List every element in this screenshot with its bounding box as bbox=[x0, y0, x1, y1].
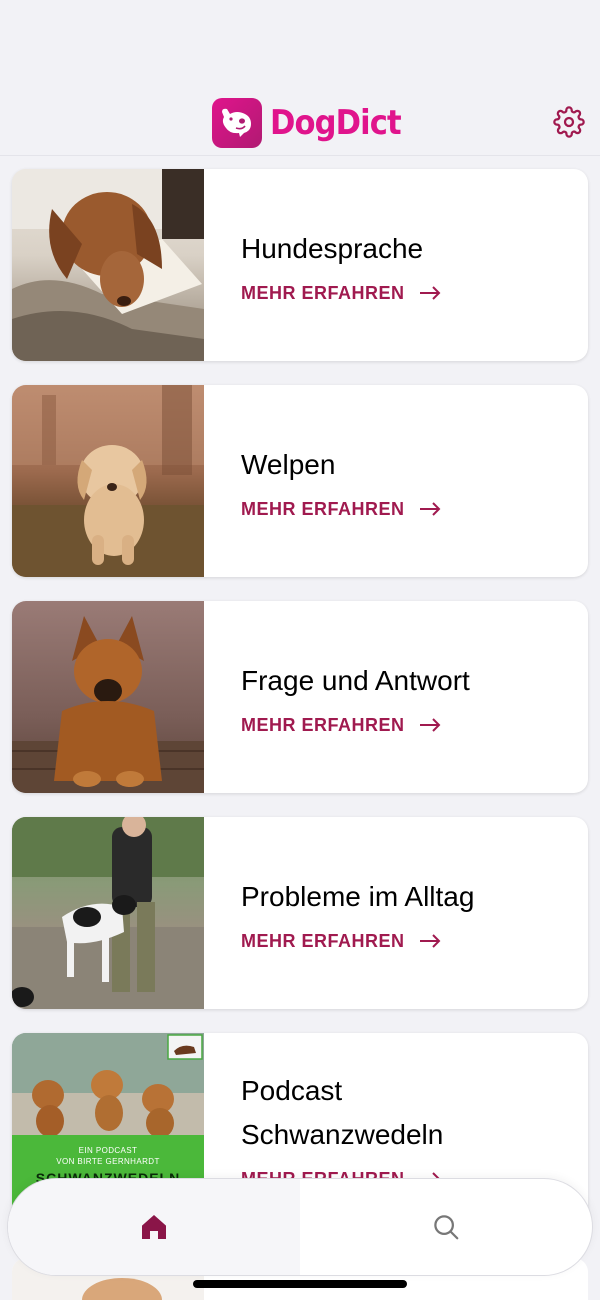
card-title: Frage und Antwort bbox=[241, 664, 470, 696]
app-header: DogDict bbox=[0, 0, 600, 156]
card-hundesprache[interactable]: Hundesprache MEHR ERFAHREN bbox=[12, 169, 588, 361]
card-probleme-im-alltag[interactable]: Probleme im Alltag MEHR ERFAHREN bbox=[12, 817, 588, 1009]
dog-logo-icon bbox=[212, 98, 262, 148]
card-title: Probleme im Alltag bbox=[241, 880, 475, 912]
arrow-right-icon bbox=[419, 286, 440, 300]
card-title: Hundesprache bbox=[241, 232, 424, 264]
card-title: Podcast Schwanzwedeln bbox=[241, 1074, 444, 1150]
card-frage-und-antwort[interactable]: Frage und Antwort MEHR ERFAHREN bbox=[12, 601, 588, 793]
card-image-shepherd bbox=[12, 601, 204, 793]
podcast-cover-line2: VON BIRTE GERNHARDT bbox=[56, 1157, 160, 1166]
more-link[interactable]: MEHR ERFAHREN bbox=[241, 499, 441, 520]
home-indicator bbox=[193, 1280, 407, 1288]
gear-icon bbox=[553, 106, 585, 138]
podcast-cover-line1: EIN PODCAST bbox=[78, 1146, 138, 1155]
arrow-right-icon bbox=[419, 934, 440, 948]
more-link[interactable]: MEHR ERFAHREN bbox=[241, 715, 470, 736]
bottom-tab-bar bbox=[8, 1179, 592, 1275]
more-link[interactable]: MEHR ERFAHREN bbox=[241, 931, 474, 952]
settings-button[interactable] bbox=[552, 105, 586, 139]
more-label: MEHR ERFAHREN bbox=[241, 498, 405, 519]
more-link[interactable]: MEHR ERFAHREN bbox=[241, 283, 441, 304]
more-label: MEHR ERFAHREN bbox=[241, 282, 405, 303]
card-welpen[interactable]: Welpen MEHR ERFAHREN bbox=[12, 385, 588, 577]
card-title: Welpen bbox=[241, 448, 336, 480]
app-logo: DogDict bbox=[212, 98, 415, 148]
tab-home[interactable] bbox=[8, 1179, 300, 1275]
home-icon bbox=[142, 1215, 166, 1239]
more-label: MEHR ERFAHREN bbox=[241, 930, 405, 951]
more-label: MEHR ERFAHREN bbox=[241, 714, 405, 735]
arrow-right-icon bbox=[419, 502, 440, 516]
app-logo-text: DogDict bbox=[270, 103, 402, 143]
arrow-right-icon bbox=[419, 718, 440, 732]
search-icon bbox=[434, 1215, 459, 1240]
card-image-puppy bbox=[12, 385, 204, 577]
card-image-dachshund-book bbox=[12, 169, 204, 361]
tab-search[interactable] bbox=[300, 1179, 592, 1275]
card-image-dog-training bbox=[12, 817, 204, 1009]
